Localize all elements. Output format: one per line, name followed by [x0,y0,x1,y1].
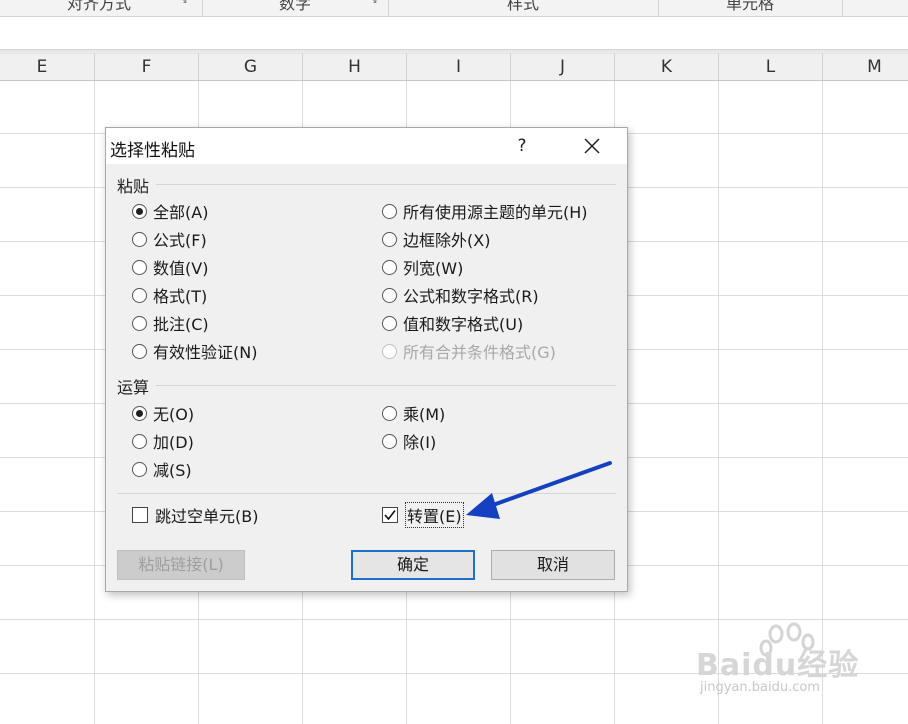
ribbon-group-label: 样式 [506,0,539,13]
paste-option-formats[interactable]: 格式(T) [132,284,207,306]
option-label: 列宽(W) [403,259,464,278]
radio-button[interactable] [382,259,397,275]
column-header-f[interactable]: F [95,54,199,80]
radio-button[interactable] [132,461,147,477]
operation-section-label: 运算 [117,378,150,397]
operation-option-subtract[interactable]: 减(S) [132,458,192,480]
option-label: 所有使用源主题的单元(H) [403,203,588,222]
close-icon [584,138,600,154]
option-label: 乘(M) [403,405,446,424]
option-label: 除(I) [403,433,437,452]
ribbon-group-label: 单元格 [725,0,774,13]
paste-link-button: 粘贴链接(L) [117,550,245,580]
operation-option-divide[interactable]: 除(I) [382,430,436,452]
checkbox-label: 跳过空单元(B) [155,507,259,526]
radio-button[interactable] [382,433,397,449]
option-label: 公式(F) [153,231,207,250]
baidu-watermark: Baidu经验 jingyan.baidu.com [696,622,896,702]
column-header-l[interactable]: L [719,54,823,80]
radio-button[interactable] [132,259,147,275]
ok-button[interactable]: 确定 [351,550,475,580]
ribbon-group-labels: 对齐方式 ↘ 数字 ↘ 样式 单元格 [0,0,908,17]
paste-option-values[interactable]: 数值(V) [132,256,208,278]
operation-option-multiply[interactable]: 乘(M) [382,402,445,424]
radio-button[interactable] [132,343,147,359]
dialog-launcher-icon[interactable]: ↘ [180,0,188,11]
column-header-m[interactable]: M [823,54,908,80]
paste-option-except-borders[interactable]: 边框除外(X) [382,228,490,250]
option-label: 减(S) [153,461,192,480]
radio-button[interactable] [382,405,397,421]
option-label: 无(O) [153,405,195,424]
option-label: 批注(C) [153,315,209,334]
checkbox[interactable] [132,507,148,523]
operation-option-add[interactable]: 加(D) [132,430,194,452]
cancel-button[interactable]: 取消 [491,550,615,580]
radio-button[interactable] [132,231,147,247]
column-header-k[interactable]: K [615,54,719,80]
paste-option-formulas[interactable]: 公式(F) [132,228,207,250]
close-button[interactable] [578,134,606,158]
radio-button[interactable] [132,287,147,303]
radio-button[interactable] [132,315,147,331]
radio-button [382,343,397,359]
paste-option-values-number-formats[interactable]: 值和数字格式(U) [382,312,523,334]
checkmark-icon [384,510,396,521]
paste-option-column-widths[interactable]: 列宽(W) [382,256,463,278]
paste-option-validation[interactable]: 有效性验证(N) [132,340,257,362]
skip-blanks-checkbox[interactable]: 跳过空单元(B) [132,504,258,526]
watermark-url: jingyan.baidu.com [700,680,820,695]
ribbon-group-styles: 样式 [388,0,659,16]
column-headers: E F G H I J K L M [0,54,908,81]
option-label: 公式和数字格式(R) [403,287,539,306]
radio-button[interactable] [132,433,147,449]
ribbon-group-alignment: 对齐方式 ↘ [0,0,203,16]
option-label: 加(D) [153,433,194,452]
paste-option-source-theme[interactable]: 所有使用源主题的单元(H) [382,200,588,222]
option-label: 值和数字格式(U) [403,315,524,334]
dialog-titlebar[interactable]: 选择性粘贴 ? [106,128,627,164]
watermark-text: Baidu经验 [696,648,860,683]
option-label: 格式(T) [153,287,208,306]
operation-option-none[interactable]: 无(O) [132,402,194,424]
ribbon-group-label: 数字 [278,0,311,13]
divider [156,184,616,185]
dialog-title: 选择性粘贴 [110,141,195,161]
annotation-arrow-icon [466,461,612,519]
option-label: 有效性验证(N) [153,343,258,362]
ribbon-group-label: 对齐方式 [66,0,131,13]
dialog-launcher-icon[interactable]: ↘ [370,0,378,11]
paste-option-formulas-number-formats[interactable]: 公式和数字格式(R) [382,284,539,306]
option-label: 所有合并条件格式(G) [403,343,556,362]
paste-option-all[interactable]: 全部(A) [132,200,208,222]
option-label: 数值(V) [153,259,209,278]
paste-option-comments[interactable]: 批注(C) [132,312,209,334]
radio-button[interactable] [382,203,397,219]
column-header-i[interactable]: I [407,54,511,80]
column-header-e[interactable]: E [0,54,95,80]
divider [156,385,616,386]
column-header-h[interactable]: H [303,54,407,80]
help-button[interactable]: ? [510,134,534,158]
ribbon-group-number: 数字 ↘ [202,0,389,16]
radio-button[interactable] [132,203,147,219]
paste-section-label: 粘贴 [117,177,150,196]
column-header-g[interactable]: G [199,54,303,80]
paste-option-merge-conditional-formats: 所有合并条件格式(G) [382,340,556,362]
option-label: 全部(A) [153,203,209,222]
checkbox[interactable] [382,507,398,523]
formula-bar[interactable] [0,17,908,50]
radio-button[interactable] [132,405,147,421]
radio-button[interactable] [382,315,397,331]
radio-button[interactable] [382,231,397,247]
radio-button[interactable] [382,287,397,303]
column-header-j[interactable]: J [511,54,615,80]
option-label: 边框除外(X) [403,231,491,250]
ribbon-group-cells: 单元格 [658,0,843,16]
